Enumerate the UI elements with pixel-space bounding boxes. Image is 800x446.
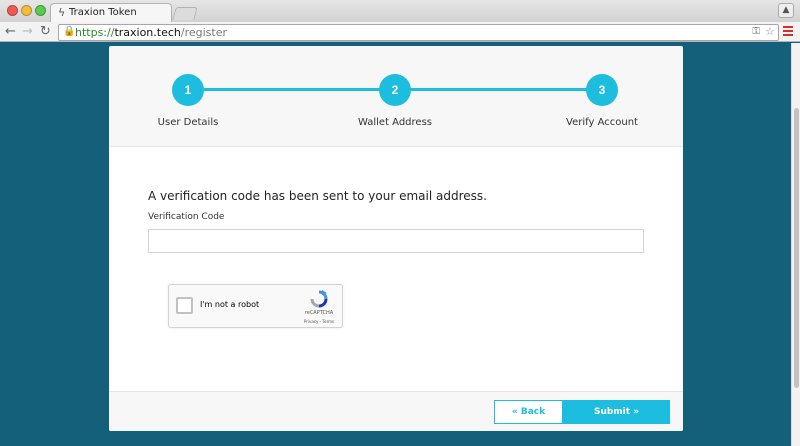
step-1-label: User Details xyxy=(157,117,219,128)
recaptcha-privacy-terms[interactable]: Privacy - Terms xyxy=(299,319,339,324)
verification-code-input[interactable] xyxy=(148,229,644,253)
recaptcha-logo-icon xyxy=(310,290,328,308)
step-3-label: Verify Account xyxy=(566,117,638,128)
bookmark-star-icon[interactable]: ☆ xyxy=(765,25,775,38)
verification-message: A verification code has been sent to you… xyxy=(148,189,487,203)
browser-tab[interactable]: ϟ Traxion Token xyxy=(50,3,172,22)
progress-stepper: 1 2 3 User Details Wallet Address Verify… xyxy=(109,46,683,147)
step-3-circle: 3 xyxy=(586,74,618,106)
forward-arrow-icon[interactable]: → xyxy=(22,23,33,41)
address-bar[interactable]: 🔒 https://traxion.tech/register ⚿ ☆ xyxy=(58,24,779,41)
url-text: https://traxion.tech/register xyxy=(75,26,228,39)
scrollbar-thumb[interactable] xyxy=(794,108,799,388)
lock-icon: 🔒 xyxy=(63,26,76,37)
profile-icon[interactable]: ▲ xyxy=(778,3,794,18)
page-scrollbar[interactable] xyxy=(791,43,800,446)
recaptcha-checkbox[interactable] xyxy=(176,297,193,314)
tab-title: Traxion Token xyxy=(69,7,137,18)
close-window-button[interactable] xyxy=(7,5,18,16)
step-2-circle: 2 xyxy=(379,74,411,106)
zoom-window-button[interactable] xyxy=(35,5,46,16)
reload-icon[interactable]: ↻ xyxy=(40,23,51,41)
registration-card: 1 2 3 User Details Wallet Address Verify… xyxy=(109,46,683,431)
key-icon[interactable]: ⚿ xyxy=(752,26,760,37)
browser-toolbar: ← → ↻ 🔒 https://traxion.tech/register ⚿ … xyxy=(0,22,800,42)
verification-code-label: Verification Code xyxy=(148,212,225,222)
traxion-favicon-icon: ϟ xyxy=(58,6,66,19)
step-1-circle: 1 xyxy=(172,74,204,106)
browser-menu-icon[interactable] xyxy=(783,26,793,36)
back-arrow-icon[interactable]: ← xyxy=(5,23,16,41)
step-2-label: Wallet Address xyxy=(357,117,432,128)
recaptcha-widget: I'm not a robot reCAPTCHA Privacy - Term… xyxy=(168,284,343,328)
recaptcha-brand: reCAPTCHA xyxy=(304,310,334,316)
minimize-window-button[interactable] xyxy=(21,5,32,16)
submit-button[interactable]: Submit » xyxy=(563,400,670,424)
new-tab-button[interactable] xyxy=(172,7,198,20)
recaptcha-label: I'm not a robot xyxy=(200,300,260,309)
form-footer: « Back Submit » xyxy=(109,391,683,431)
browser-tab-bar: ϟ Traxion Token ▲ xyxy=(0,0,800,22)
back-button[interactable]: « Back xyxy=(494,400,563,424)
